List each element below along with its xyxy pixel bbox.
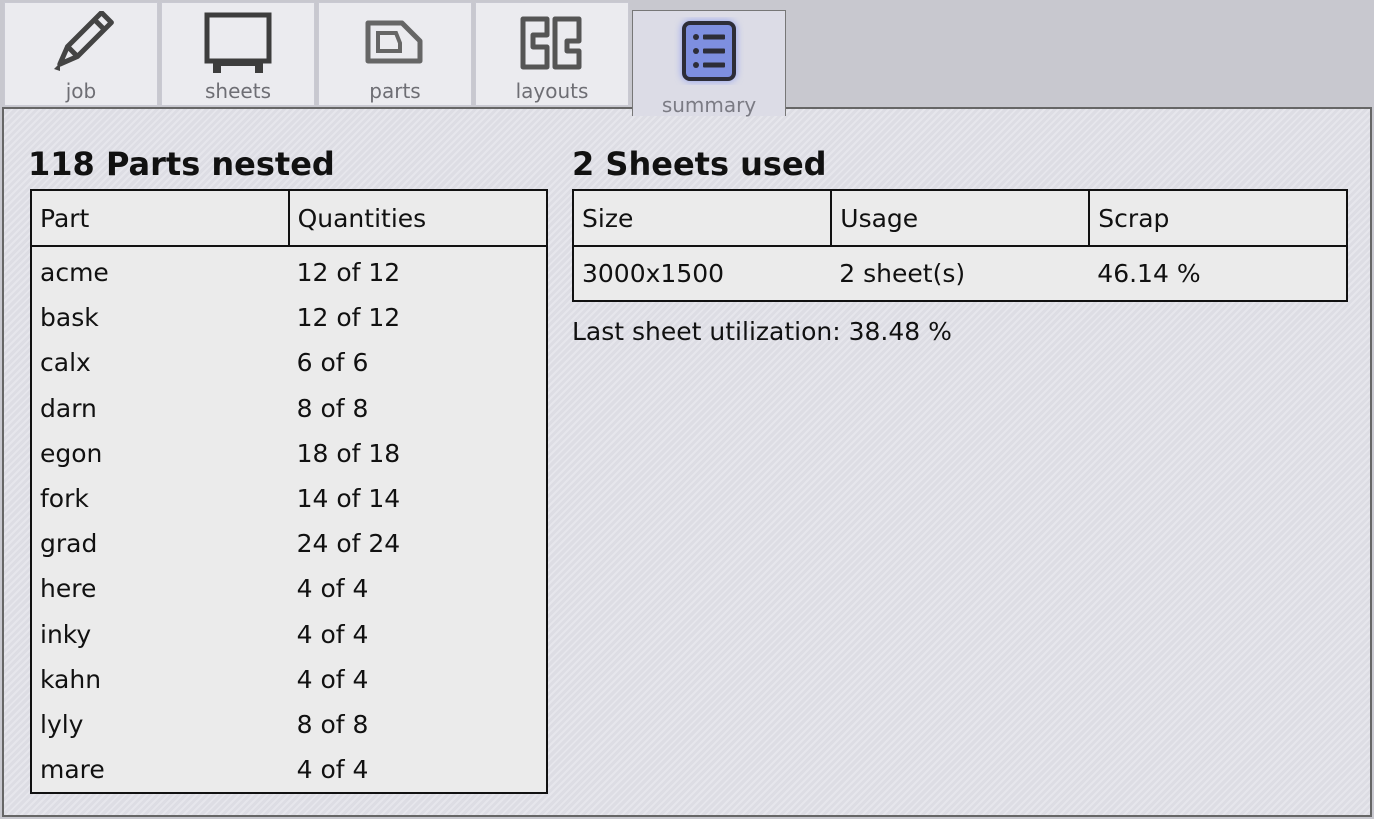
part-name: calx: [40, 348, 91, 378]
tab-label: job: [65, 79, 97, 103]
sheets-heading: 2 Sheets used: [572, 145, 827, 183]
tab-label: parts: [369, 79, 421, 103]
pencil-icon: [46, 11, 116, 75]
table-row[interactable]: kahn 4 of 4: [31, 657, 547, 702]
part-quantity: 4 of 4: [296, 664, 369, 694]
tab-label: summary: [661, 93, 757, 117]
part-name: grad: [40, 529, 98, 559]
part-name: acme: [40, 258, 109, 288]
part-quantity: 14 of 14: [296, 484, 401, 514]
last-sheet-utilization: Last sheet utilization: 38.48 %: [572, 317, 952, 346]
part-quantity: 12 of 12: [296, 258, 401, 288]
column-header-size[interactable]: Size: [573, 190, 833, 247]
table-row[interactable]: acme 12 of 12: [31, 246, 547, 295]
part-quantity: 24 of 24: [296, 529, 401, 559]
table-row[interactable]: 3000x1500 2 sheet(s) 46.14 %: [573, 246, 1347, 301]
table-row[interactable]: egon 18 of 18: [31, 431, 547, 476]
part-name: mare: [40, 755, 105, 785]
tab-label: layouts: [515, 79, 589, 103]
table-row[interactable]: grad 24 of 24: [31, 521, 547, 566]
tab-job[interactable]: job: [4, 2, 158, 106]
sheet-usage: 2 sheet(s): [839, 259, 966, 288]
table-row[interactable]: here 4 of 4: [31, 566, 547, 611]
part-quantity: 6 of 6: [296, 348, 369, 378]
part-name: bask: [40, 303, 99, 333]
tab-sheets[interactable]: sheets: [161, 2, 315, 106]
table-row[interactable]: calx 6 of 6: [31, 340, 547, 385]
column-header-part[interactable]: Part: [31, 190, 290, 247]
sheet-size: 3000x1500: [582, 259, 725, 288]
part-quantity: 12 of 12: [296, 303, 401, 333]
part-name: lyly: [40, 709, 84, 739]
column-header-usage[interactable]: Usage: [831, 190, 1091, 247]
part-quantity: 4 of 4: [296, 574, 369, 604]
part-quantity: 8 of 8: [296, 393, 369, 423]
table-header-row: Size Usage Scrap: [573, 190, 1347, 247]
tab-layouts[interactable]: layouts: [475, 2, 629, 106]
part-name: inky: [40, 619, 92, 649]
part-quantity: 18 of 18: [296, 438, 401, 468]
parts-table: Part Quantities acme 12 of 12 bask 12 of 1…: [30, 189, 548, 795]
table-row[interactable]: fork 14 of 14: [31, 476, 547, 521]
sheet-scrap: 46.14 %: [1097, 259, 1201, 288]
table-row[interactable]: darn 8 of 8: [31, 386, 547, 431]
table-header-row: Part Quantities: [31, 190, 547, 247]
sheet-icon: [203, 11, 273, 75]
list-icon: [674, 19, 744, 83]
tab-summary[interactable]: summary: [632, 10, 786, 117]
part-quantity: 4 of 4: [296, 755, 369, 785]
summary-panel: 118 Parts nested Part Quantities acme 12 …: [2, 107, 1372, 817]
table-row[interactable]: bask 12 of 12: [31, 295, 547, 340]
table-row[interactable]: mare 4 of 4: [31, 747, 547, 793]
tab-label: sheets: [205, 79, 271, 103]
part-name: darn: [40, 393, 97, 423]
part-name: here: [40, 574, 97, 604]
column-header-quantities[interactable]: Quantities: [288, 190, 547, 247]
column-header-scrap[interactable]: Scrap: [1089, 190, 1347, 247]
part-quantity: 4 of 4: [296, 619, 369, 649]
tab-parts[interactable]: parts: [318, 2, 472, 106]
table-row[interactable]: lyly 8 of 8: [31, 702, 547, 747]
part-quantity: 8 of 8: [296, 709, 369, 739]
part-icon: [360, 11, 430, 75]
part-name: fork: [40, 484, 89, 514]
part-name: kahn: [40, 664, 102, 694]
layout-icon: [517, 11, 587, 75]
part-name: egon: [40, 438, 103, 468]
table-row[interactable]: inky 4 of 4: [31, 612, 547, 657]
parts-heading: 118 Parts nested: [28, 145, 335, 183]
tab-bar: job sheets parts layouts summary: [0, 0, 1374, 117]
sheets-table: Size Usage Scrap 3000x1500 2 sheet(s) 46…: [572, 189, 1348, 302]
